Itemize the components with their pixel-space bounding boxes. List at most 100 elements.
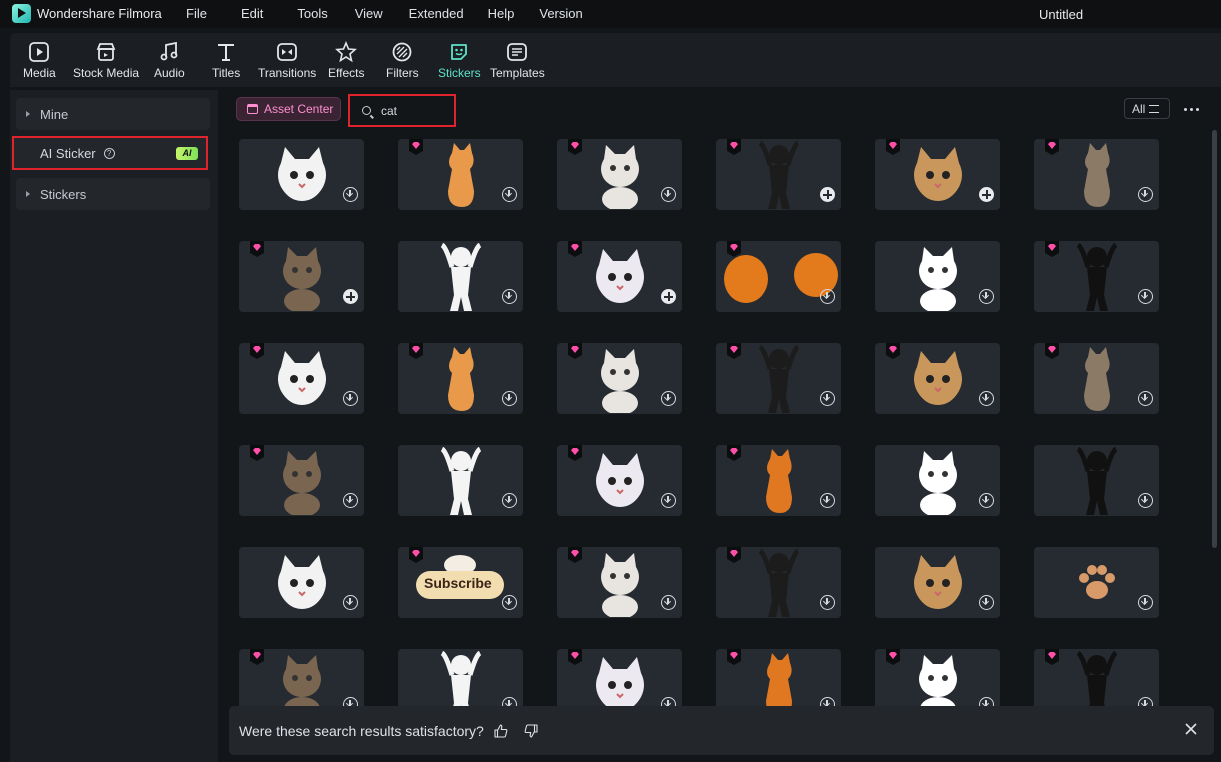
menu-tools[interactable]: Tools [297,6,327,21]
add-to-timeline-icon[interactable] [979,187,994,202]
sticker-card-yellow-cartoon-cat[interactable] [875,547,1000,618]
sticker-categories-panel: Mine AI Sticker ? AI Stickers [10,90,218,762]
download-icon[interactable] [661,391,676,406]
download-icon[interactable] [820,493,835,508]
sticker-card-cat-selfie[interactable] [239,139,364,210]
download-icon[interactable] [979,595,994,610]
tab-audio[interactable]: Audio [154,33,185,87]
sticker-card-cat-paw-print[interactable] [1034,547,1159,618]
sticker-card-calico-cat-dancing[interactable] [239,445,364,516]
sticker-card-cat-peeking[interactable] [398,139,523,210]
category-stickers[interactable]: Stickers [16,178,210,210]
sticker-card-orange-cat-sweater[interactable] [1034,343,1159,414]
premium-gem-icon [568,445,582,461]
download-icon[interactable] [979,493,994,508]
download-icon[interactable] [502,595,517,610]
sticker-card-white-cat-face[interactable] [557,139,682,210]
download-icon[interactable] [661,493,676,508]
premium-gem-icon [250,343,264,359]
sticker-card-black-cat[interactable] [239,547,364,618]
search-input[interactable] [381,103,451,118]
download-icon[interactable] [1138,595,1153,610]
download-icon[interactable] [502,391,517,406]
tab-stock-media[interactable]: Stock Media [73,33,139,87]
menu-edit[interactable]: Edit [241,6,263,21]
sticker-card-cartoon-cat-sitting[interactable] [398,241,523,312]
category-mine[interactable]: Mine [16,98,210,130]
menu-view[interactable]: View [355,6,383,21]
premium-gem-icon [727,547,741,563]
tab-titles[interactable]: Titles [212,33,240,87]
tab-stickers[interactable]: Stickers [438,33,481,87]
download-icon[interactable] [1138,493,1153,508]
download-icon[interactable] [1138,391,1153,406]
download-icon[interactable] [820,391,835,406]
sticker-card-cat-peek-cartoon[interactable] [239,343,364,414]
premium-gem-icon [727,649,741,665]
sticker-card-white-cat-cartoon-sticker[interactable] [1034,445,1159,516]
more-options-icon[interactable] [1184,108,1202,111]
download-icon[interactable] [502,289,517,304]
sticker-thumbnail [908,243,968,312]
download-icon[interactable] [661,595,676,610]
sticker-card-white-chubby-cat[interactable] [557,241,682,312]
premium-gem-icon [568,649,582,665]
download-icon[interactable] [820,595,835,610]
download-icon[interactable] [979,289,994,304]
premium-gem-icon [886,649,900,665]
menu-version[interactable]: Version [539,6,582,21]
asset-center-button[interactable]: Asset Center [236,97,341,121]
sticker-card-white-cartoon-cat[interactable] [875,241,1000,312]
sticker-card-tabby-cat-standing[interactable] [557,343,682,414]
thumbs-up-icon[interactable] [494,723,508,738]
close-icon[interactable] [1184,722,1198,736]
scrollbar[interactable] [1212,130,1217,548]
menu-extended[interactable]: Extended [409,6,464,21]
sticker-card-tabby-cat-tilt[interactable] [875,139,1000,210]
sticker-card-grey-cartoon-cat-face[interactable] [398,445,523,516]
download-icon[interactable] [502,493,517,508]
download-icon[interactable] [1138,289,1153,304]
download-icon[interactable] [1138,187,1153,202]
download-icon[interactable] [343,595,358,610]
filter-dropdown[interactable]: All [1124,98,1170,119]
sticker-card-cartoon-cat-walking[interactable] [557,547,682,618]
download-icon[interactable] [343,391,358,406]
help-icon[interactable]: ? [103,147,115,159]
add-to-timeline-icon[interactable] [343,289,358,304]
sticker-card-grey-cat-dancing[interactable] [875,343,1000,414]
download-icon[interactable] [661,187,676,202]
sticker-thumbnail [438,242,484,312]
download-icon[interactable] [820,289,835,304]
sticker-card-screaming-cat[interactable] [239,241,364,312]
download-icon[interactable] [343,493,358,508]
tab-filters[interactable]: Filters [386,33,419,87]
premium-gem-icon [886,343,900,359]
thumbs-down-icon[interactable] [524,723,538,738]
sticker-card-dancing-tuxedo-cat[interactable] [716,139,841,210]
sticker-card-tuxedo-cat-standing[interactable] [1034,241,1159,312]
sticker-thumbnail [1074,242,1120,312]
download-icon[interactable] [502,187,517,202]
tab-templates[interactable]: Templates [490,33,545,87]
sticker-card-tuxedo-cat-back[interactable] [716,547,841,618]
menu-file[interactable]: File [186,6,207,21]
tab-effects[interactable]: Effects [328,33,364,87]
add-to-timeline-icon[interactable] [820,187,835,202]
tab-media[interactable]: Media [23,33,56,87]
sticker-card-orange-cat-jumping[interactable] [557,445,682,516]
add-to-timeline-icon[interactable] [661,289,676,304]
download-icon[interactable] [979,391,994,406]
category-ai-sticker[interactable]: AI Sticker ? AI [12,136,208,170]
menu-help[interactable]: Help [488,6,515,21]
sticker-card-subscribe-cat[interactable]: Subscribe [398,547,523,618]
sticker-card-tuxedo-cartoon-cat[interactable] [875,445,1000,516]
premium-gem-icon [1045,343,1059,359]
sticker-card-tabby-cat-face[interactable] [716,445,841,516]
sticker-card-orange-dancing-cat[interactable] [716,343,841,414]
download-icon[interactable] [343,187,358,202]
sticker-card-grey-tabby-cat[interactable] [1034,139,1159,210]
tab-transitions[interactable]: Transitions [258,33,316,87]
sticker-card-surprised-cat[interactable] [398,343,523,414]
sticker-card-orange-paws[interactable] [716,241,841,312]
